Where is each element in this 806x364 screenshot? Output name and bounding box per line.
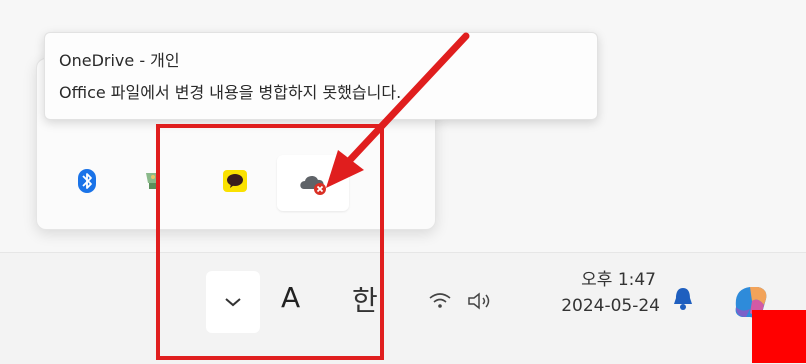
annotation-highlight-box xyxy=(156,124,384,360)
clock-date: 2024-05-24 xyxy=(561,296,660,316)
volume-icon xyxy=(466,291,494,315)
wifi-icon xyxy=(428,292,452,314)
tooltip-title: OneDrive - 개인 xyxy=(59,51,180,70)
tooltip-message: Office 파일에서 변경 내용을 병합하지 못했습니다. xyxy=(59,83,402,102)
system-status-group[interactable] xyxy=(428,291,494,315)
taskbar: A 한 오후 1:47 2024-05-24 xyxy=(0,252,806,364)
red-corner-block xyxy=(752,310,806,363)
notification-bell-icon[interactable] xyxy=(670,285,696,317)
clock-time: 오후 1:47 xyxy=(581,270,656,290)
onedrive-tooltip: OneDrive - 개인 Office 파일에서 변경 내용을 병합하지 못했… xyxy=(44,32,598,120)
bluetooth-icon[interactable] xyxy=(67,161,107,201)
clock[interactable]: 오후 1:47 2024-05-24 xyxy=(534,265,660,316)
